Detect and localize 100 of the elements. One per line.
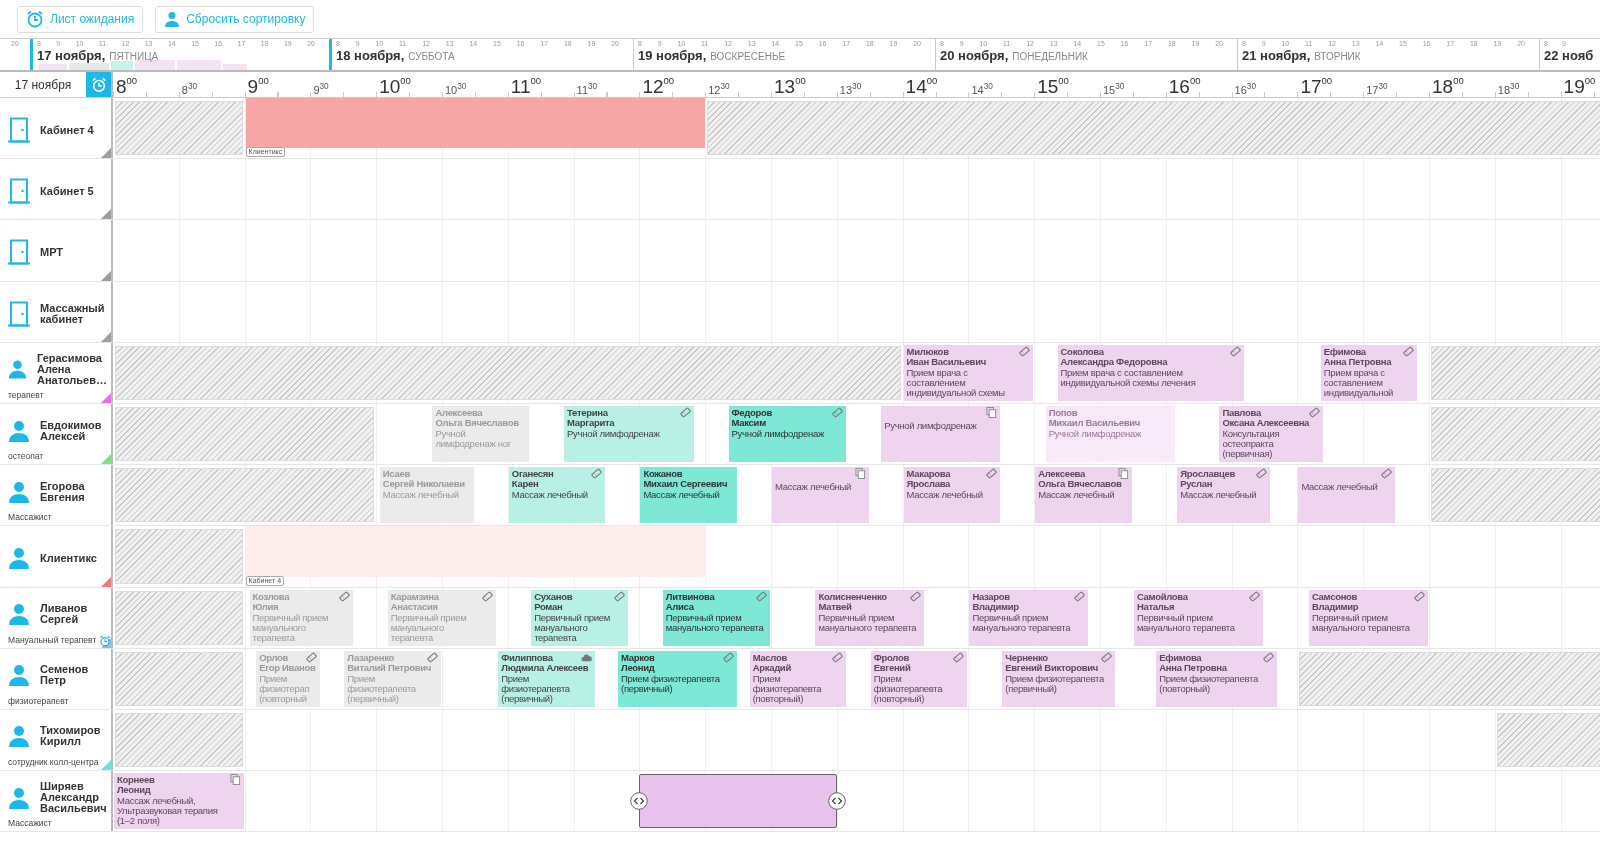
- person-icon: [8, 603, 30, 626]
- appointment-card[interactable]: Ручной лимфодренаж: [881, 405, 1001, 463]
- resource-name: Кабинет 5: [40, 185, 94, 197]
- service-name: Прием физиотерап (повторный: [259, 673, 310, 704]
- appointment-card[interactable]: Филиппова Людмила Алексеев Прием физиотерапевта (первичный): [498, 650, 595, 707]
- ticket-icon: [591, 468, 603, 480]
- patient-given-name: Иван Васильевич: [906, 356, 986, 367]
- appointment-card[interactable]: Назаров Владимир Первичный прием мануального терапевта: [969, 589, 1089, 646]
- time-label: 19$^{00}$: [1563, 76, 1596, 96]
- patient-surname: Черненко: [1005, 652, 1048, 663]
- time-label: 15$^{30}$: [1103, 83, 1125, 96]
- appointment-card[interactable]: Ефимова Анна Петровна Прием физиотерапевта (повторный): [1156, 650, 1277, 707]
- appointment-card[interactable]: Черненко Евгений Викторович Прием физиотерапевта (первичный): [1002, 650, 1115, 707]
- ticket-icon: [679, 406, 691, 418]
- time-label: 15$^{00}$: [1037, 76, 1069, 96]
- patient-given-name: Ольга Вячеславов: [435, 417, 519, 428]
- selected-slot[interactable]: [639, 774, 837, 829]
- service-name: Прием физиотерапевта (повторный): [752, 673, 822, 704]
- appointment-card[interactable]: Ярославцев Руслан Массаж лечебный: [1177, 467, 1271, 524]
- appointment-card[interactable]: Соколова Александра Федоровна Прием врача с составлением индивидуальной схемы лечения: [1057, 344, 1244, 401]
- patient-surname: Попов: [1048, 407, 1078, 418]
- ticket-icon: [1249, 590, 1261, 602]
- patient-surname: Ефимова: [1323, 346, 1366, 357]
- patient-given-name: Леонид: [621, 662, 655, 673]
- patient-given-name: Карен: [511, 479, 539, 490]
- appointment-card[interactable]: Кожанов Михаил Сергеевич Массаж лечебный: [640, 467, 738, 524]
- appointment-card[interactable]: Ефимова Анна Петровна Прием врача с составлением индивидуальной: [1320, 344, 1418, 401]
- patient-given-name: Анна Петровна: [1323, 356, 1392, 367]
- patient-given-name: Алиса: [665, 601, 694, 612]
- resource-role: физиотерапевт: [8, 695, 69, 707]
- time-label: 17$^{30}$: [1366, 83, 1388, 96]
- appointment-card[interactable]: Павлова Оксана Алексеевна Консультация остеопракта (первичная): [1219, 405, 1323, 463]
- service-name: Массаж лечебный, Ультразвуковая терапия (1–2 поля): [117, 796, 218, 827]
- resource-role: остеопат: [8, 451, 44, 463]
- resource-role: Мануальный терапевт: [8, 634, 97, 646]
- appointment-card[interactable]: Попов Михаил Васильевич Ручной лимфодренаж: [1045, 405, 1176, 463]
- appointment-card[interactable]: Корнеев Леонид Массаж лечебный, Ультразвуковая терапия (1–2 поля): [114, 773, 244, 830]
- patient-surname: Павлова: [1222, 407, 1261, 418]
- time-label: 16$^{30}$: [1234, 83, 1257, 96]
- appointment-card[interactable]: Макарова Ярослава Массаж лечебный: [903, 467, 1001, 524]
- weekday: ПЯТНИЦА: [109, 51, 159, 62]
- copy-icon: [1117, 468, 1129, 480]
- patient-given-name: Аркадий: [752, 662, 791, 673]
- service-name: Ручной лимфодренаж ног: [435, 428, 511, 449]
- patient-surname: Федоров: [731, 407, 773, 418]
- ticket-icon: [832, 651, 844, 663]
- service-name: Прием физиотерапевта (первичный): [621, 673, 720, 694]
- patient-surname: Литвинова: [665, 591, 715, 602]
- appointment-card[interactable]: Алексеева Ольга Вячеславов Массаж лечебный: [1035, 467, 1132, 524]
- ticket-icon: [613, 590, 625, 602]
- patient-given-name: Юлия: [252, 601, 279, 612]
- appointment-card[interactable]: Суханов Роман Первичный прием мануального терапевта: [531, 589, 628, 646]
- resource-name: Евдокимов Алексей: [40, 419, 102, 442]
- patient-surname: Ярославцев: [1180, 469, 1236, 480]
- appointment-card[interactable]: Марков Леонид Прием физиотерапевта (первичный): [618, 650, 738, 707]
- resize-handle-icon[interactable]: [827, 792, 846, 811]
- appointment-card[interactable]: Федоров Максим Ручной лимфодренаж: [728, 405, 847, 463]
- copy-icon: [229, 774, 241, 786]
- appointment-card[interactable]: Самсонов Владимир Первичный прием мануального терапевта: [1308, 589, 1428, 646]
- patient-surname: Самойлова: [1136, 591, 1188, 602]
- time-label: 9$^{00}$: [247, 76, 269, 96]
- ticket-icon: [338, 590, 350, 602]
- time-label: 8$^{00}$: [116, 76, 138, 96]
- day-date: 17 ноября,: [37, 48, 106, 63]
- service-name: Первичный прием мануального терапевта: [534, 612, 610, 643]
- appointment-card[interactable]: Литвинова Алиса Первичный прием мануального терапевта: [662, 589, 770, 646]
- person-icon: [8, 419, 30, 442]
- resource-name: Клиентикс: [40, 552, 97, 564]
- time-label: 11$^{00}$: [510, 76, 542, 96]
- weekday: ВТОРНИК: [1314, 51, 1361, 62]
- resource-role: сотрудник колл-центра: [8, 757, 99, 769]
- resource-name: Ширяев Александр Васильевич: [40, 781, 107, 815]
- patient-given-name: Ольга Вячеславов: [1038, 479, 1122, 490]
- appointment-card[interactable]: Тетерина Маргарита Ручной лимфодренаж: [564, 405, 694, 463]
- service-name: Прием физиотерапевта (первичный): [501, 673, 570, 704]
- appointment-card[interactable]: Фролов Евгений Прием физиотерапевта (повторный): [870, 650, 968, 707]
- service-name: Первичный прием мануального терапевта: [972, 612, 1071, 633]
- appointment-card[interactable]: Милюков Иван Васильевич Прием врача с составлением индивидуальной схемы: [903, 344, 1034, 401]
- ticket-icon: [1100, 651, 1112, 663]
- patient-given-name: Виталий Петрович: [347, 662, 431, 673]
- ticket-icon: [1308, 406, 1320, 418]
- door-icon: [8, 239, 30, 266]
- patient-surname: Козлова: [252, 591, 290, 602]
- patient-given-name: Владимир: [972, 601, 1019, 612]
- service-name: Ручной лимфодренаж: [1048, 428, 1142, 439]
- patient-surname: Фролов: [873, 652, 909, 663]
- resize-handle-icon[interactable]: [630, 792, 649, 811]
- appointment-card[interactable]: Массаж лечебный: [772, 467, 869, 524]
- appointment-card[interactable]: Самойлова Наталья Первичный прием мануального терапевта: [1133, 589, 1264, 646]
- appointment-card[interactable]: Оганесян Карен Массаж лечебный: [508, 467, 606, 524]
- service-name: Первичный прием мануального терапевта: [818, 612, 917, 633]
- appointment-card[interactable]: Массаж лечебный: [1298, 467, 1396, 524]
- appointment-card[interactable]: Колисненченко Матвей Первичный прием мануального терапевта: [815, 589, 924, 646]
- ticket-icon: [1381, 468, 1393, 480]
- timeline-date: 17 ноября: [13, 76, 73, 94]
- resource-name: Герасимова Алена Анатольев…: [36, 352, 107, 386]
- service-name: Массаж лечебный: [382, 490, 459, 501]
- time-label: 12$^{30}$: [708, 83, 730, 96]
- service-name: Консультация остеопракта (первичная): [1222, 428, 1280, 459]
- appointment-card[interactable]: Маслов Аркадий Прием физиотерапевта (повторный): [749, 650, 847, 707]
